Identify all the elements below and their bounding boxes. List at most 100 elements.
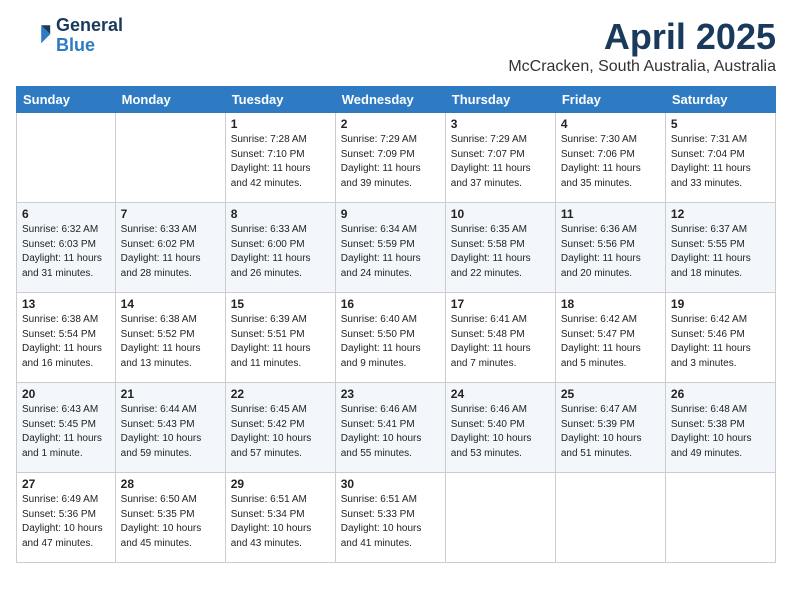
day-number: 12 bbox=[671, 207, 770, 221]
page-header: General Blue April 2025 McCracken, South… bbox=[16, 16, 776, 76]
calendar-cell: 27 Sunrise: 6:49 AM Sunset: 5:36 PM Dayli… bbox=[17, 473, 116, 563]
day-info: Sunrise: 6:34 AM Sunset: 5:59 PM Dayligh… bbox=[341, 223, 440, 281]
day-info: Sunrise: 6:35 AM Sunset: 5:58 PM Dayligh… bbox=[451, 223, 550, 281]
weekday-header: Monday bbox=[115, 87, 225, 113]
calendar-cell: 23 Sunrise: 6:46 AM Sunset: 5:41 PM Dayli… bbox=[335, 383, 445, 473]
day-info: Sunrise: 6:32 AM Sunset: 6:03 PM Dayligh… bbox=[22, 223, 110, 281]
day-info: Sunrise: 6:36 AM Sunset: 5:56 PM Dayligh… bbox=[561, 223, 660, 281]
day-info: Sunrise: 6:43 AM Sunset: 5:45 PM Dayligh… bbox=[22, 403, 110, 461]
day-number: 30 bbox=[341, 477, 440, 491]
day-number: 26 bbox=[671, 387, 770, 401]
calendar-cell: 3Sunrise: 7:29 AM Sunset: 7:07 PM Daylig… bbox=[445, 113, 555, 203]
day-number: 17 bbox=[451, 297, 550, 311]
calendar-cell: 16Sunrise: 6:40 AM Sunset: 5:50 PM Dayli… bbox=[335, 293, 445, 383]
day-number: 3 bbox=[451, 117, 550, 131]
day-number: 19 bbox=[671, 297, 770, 311]
calendar-cell: 6Sunrise: 6:32 AM Sunset: 6:03 PM Daylig… bbox=[17, 203, 116, 293]
calendar-week-row: 13 Sunrise: 6:38 AM Sunset: 5:54 PM Dayli… bbox=[17, 293, 776, 383]
day-info: Sunrise: 6:42 AM Sunset: 5:47 PM Dayligh… bbox=[561, 313, 660, 371]
calendar-cell bbox=[445, 473, 555, 563]
day-info: Sunrise: 6:38 AM Sunset: 5:52 PM Dayligh… bbox=[121, 313, 220, 371]
weekday-header: Sunday bbox=[17, 87, 116, 113]
calendar-week-row: 27 Sunrise: 6:49 AM Sunset: 5:36 PM Dayli… bbox=[17, 473, 776, 563]
day-info: Sunrise: 6:45 AM Sunset: 5:42 PM Dayligh… bbox=[231, 403, 330, 461]
calendar-cell: 10 Sunrise: 6:35 AM Sunset: 5:58 PM Dayli… bbox=[445, 203, 555, 293]
day-info: Sunrise: 6:46 AM Sunset: 5:41 PM Dayligh… bbox=[341, 403, 440, 461]
day-info: Sunrise: 6:44 AM Sunset: 5:43 PM Dayligh… bbox=[121, 403, 220, 461]
day-number: 4 bbox=[561, 117, 660, 131]
day-number: 8 bbox=[231, 207, 330, 221]
calendar-cell: 20 Sunrise: 6:43 AM Sunset: 5:45 PM Dayli… bbox=[17, 383, 116, 473]
calendar-cell: 8 Sunrise: 6:33 AM Sunset: 6:00 PM Daylig… bbox=[225, 203, 335, 293]
day-info: Sunrise: 7:31 AM Sunset: 7:04 PM Dayligh… bbox=[671, 133, 770, 191]
day-number: 23 bbox=[341, 387, 440, 401]
day-info: Sunrise: 7:29 AM Sunset: 7:09 PM Dayligh… bbox=[341, 133, 440, 191]
weekday-header: Tuesday bbox=[225, 87, 335, 113]
day-number: 9 bbox=[341, 207, 440, 221]
location-title: McCracken, South Australia, Australia bbox=[508, 58, 776, 76]
day-number: 24 bbox=[451, 387, 550, 401]
day-number: 18 bbox=[561, 297, 660, 311]
day-number: 14 bbox=[121, 297, 220, 311]
day-number: 5 bbox=[671, 117, 770, 131]
day-number: 2 bbox=[341, 117, 440, 131]
day-info: Sunrise: 6:33 AM Sunset: 6:02 PM Dayligh… bbox=[121, 223, 220, 281]
calendar-cell bbox=[665, 473, 775, 563]
logo-icon bbox=[16, 18, 52, 54]
logo: General Blue bbox=[16, 16, 123, 56]
calendar-cell: 15Sunrise: 6:39 AM Sunset: 5:51 PM Dayli… bbox=[225, 293, 335, 383]
weekday-header: Saturday bbox=[665, 87, 775, 113]
calendar-cell: 4Sunrise: 7:30 AM Sunset: 7:06 PM Daylig… bbox=[555, 113, 665, 203]
day-info: Sunrise: 6:49 AM Sunset: 5:36 PM Dayligh… bbox=[22, 493, 110, 551]
day-info: Sunrise: 6:50 AM Sunset: 5:35 PM Dayligh… bbox=[121, 493, 220, 551]
calendar-cell: 29 Sunrise: 6:51 AM Sunset: 5:34 PM Dayli… bbox=[225, 473, 335, 563]
day-number: 7 bbox=[121, 207, 220, 221]
day-info: Sunrise: 6:46 AM Sunset: 5:40 PM Dayligh… bbox=[451, 403, 550, 461]
calendar-cell bbox=[17, 113, 116, 203]
calendar-cell: 13 Sunrise: 6:38 AM Sunset: 5:54 PM Dayli… bbox=[17, 293, 116, 383]
weekday-header: Wednesday bbox=[335, 87, 445, 113]
day-number: 1 bbox=[231, 117, 330, 131]
calendar-cell: 28 Sunrise: 6:50 AM Sunset: 5:35 PM Dayli… bbox=[115, 473, 225, 563]
weekday-header: Friday bbox=[555, 87, 665, 113]
calendar-cell: 1Sunrise: 7:28 AM Sunset: 7:10 PM Daylig… bbox=[225, 113, 335, 203]
day-info: Sunrise: 6:38 AM Sunset: 5:54 PM Dayligh… bbox=[22, 313, 110, 371]
day-number: 13 bbox=[22, 297, 110, 311]
day-number: 27 bbox=[22, 477, 110, 491]
calendar-cell: 24 Sunrise: 6:46 AM Sunset: 5:40 PM Dayli… bbox=[445, 383, 555, 473]
logo-line1: General bbox=[56, 16, 123, 36]
weekday-header: Thursday bbox=[445, 87, 555, 113]
calendar-cell: 2 Sunrise: 7:29 AM Sunset: 7:09 PM Daylig… bbox=[335, 113, 445, 203]
calendar-cell bbox=[115, 113, 225, 203]
day-number: 11 bbox=[561, 207, 660, 221]
calendar-cell: 26 Sunrise: 6:48 AM Sunset: 5:38 PM Dayli… bbox=[665, 383, 775, 473]
day-number: 21 bbox=[121, 387, 220, 401]
day-info: Sunrise: 6:51 AM Sunset: 5:34 PM Dayligh… bbox=[231, 493, 330, 551]
calendar-cell: 9 Sunrise: 6:34 AM Sunset: 5:59 PM Daylig… bbox=[335, 203, 445, 293]
day-number: 20 bbox=[22, 387, 110, 401]
day-number: 28 bbox=[121, 477, 220, 491]
calendar-cell: 7 Sunrise: 6:33 AM Sunset: 6:02 PM Daylig… bbox=[115, 203, 225, 293]
calendar-cell: 21 Sunrise: 6:44 AM Sunset: 5:43 PM Dayli… bbox=[115, 383, 225, 473]
day-info: Sunrise: 6:48 AM Sunset: 5:38 PM Dayligh… bbox=[671, 403, 770, 461]
month-title: April 2025 bbox=[508, 16, 776, 58]
day-info: Sunrise: 6:33 AM Sunset: 6:00 PM Dayligh… bbox=[231, 223, 330, 281]
calendar-cell: 17 Sunrise: 6:41 AM Sunset: 5:48 PM Dayli… bbox=[445, 293, 555, 383]
day-info: Sunrise: 6:41 AM Sunset: 5:48 PM Dayligh… bbox=[451, 313, 550, 371]
title-block: April 2025 McCracken, South Australia, A… bbox=[508, 16, 776, 76]
calendar-cell: 30Sunrise: 6:51 AM Sunset: 5:33 PM Dayli… bbox=[335, 473, 445, 563]
day-number: 22 bbox=[231, 387, 330, 401]
calendar-cell: 12Sunrise: 6:37 AM Sunset: 5:55 PM Dayli… bbox=[665, 203, 775, 293]
day-number: 29 bbox=[231, 477, 330, 491]
logo-line2: Blue bbox=[56, 36, 123, 56]
calendar-cell: 18 Sunrise: 6:42 AM Sunset: 5:47 PM Dayli… bbox=[555, 293, 665, 383]
day-number: 10 bbox=[451, 207, 550, 221]
calendar-cell: 22 Sunrise: 6:45 AM Sunset: 5:42 PM Dayli… bbox=[225, 383, 335, 473]
day-info: Sunrise: 6:40 AM Sunset: 5:50 PM Dayligh… bbox=[341, 313, 440, 371]
calendar-week-row: 1Sunrise: 7:28 AM Sunset: 7:10 PM Daylig… bbox=[17, 113, 776, 203]
calendar-cell bbox=[555, 473, 665, 563]
calendar-week-row: 6Sunrise: 6:32 AM Sunset: 6:03 PM Daylig… bbox=[17, 203, 776, 293]
day-info: Sunrise: 6:47 AM Sunset: 5:39 PM Dayligh… bbox=[561, 403, 660, 461]
calendar-cell: 5 Sunrise: 7:31 AM Sunset: 7:04 PM Daylig… bbox=[665, 113, 775, 203]
calendar-week-row: 20 Sunrise: 6:43 AM Sunset: 5:45 PM Dayli… bbox=[17, 383, 776, 473]
